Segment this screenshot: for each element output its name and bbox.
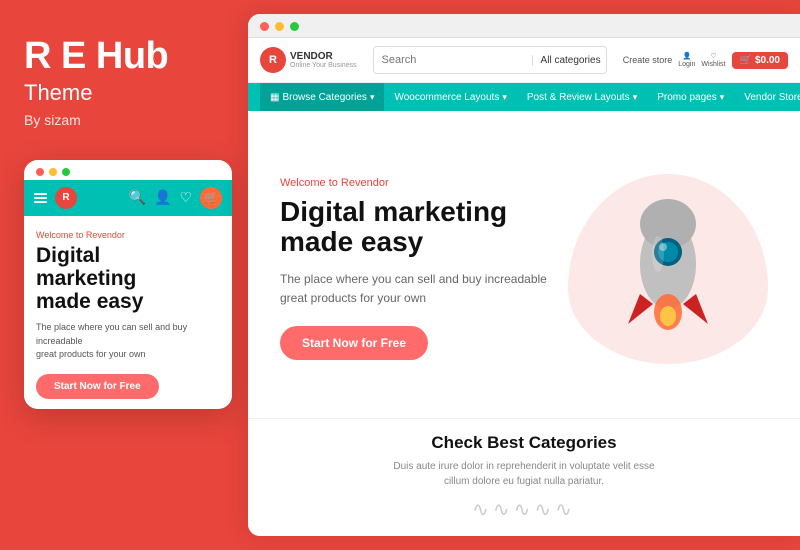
desktop-categories: Check Best Categories Duis aute irure do… — [248, 418, 800, 536]
desktop-categories-dropdown[interactable]: All categories — [532, 55, 607, 66]
desktop-header: R VENDOR Online Your Business All catego… — [248, 38, 800, 83]
desktop-nav-vendor[interactable]: Vendor Store List — [734, 83, 800, 111]
mobile-mockup: R 🔍 👤 ♡ 🛒 Welcome to Revendor Digitalmar… — [24, 160, 232, 409]
mobile-nav-icons: 🔍 👤 ♡ 🛒 — [129, 187, 222, 209]
mobile-cta-button[interactable]: Start Now for Free — [36, 374, 159, 399]
heart-icon: ♡ — [710, 52, 716, 60]
theme-subtitle: Theme — [24, 80, 92, 106]
dot-green — [62, 168, 70, 176]
desktop-nav-browse[interactable]: ▦ Browse Categories ▾ — [260, 83, 384, 111]
rocket-illustration — [588, 189, 748, 349]
desktop-nav-promo[interactable]: Promo pages ▾ — [647, 83, 734, 111]
mobile-search-icon[interactable]: 🔍 — [129, 189, 146, 206]
browser-dot-yellow — [275, 22, 284, 31]
cart-icon: 🛒 — [740, 55, 752, 66]
theme-author: By sizam — [24, 112, 81, 128]
desktop-header-actions: Create store 👤 Login ♡ Wishlist 🛒 $0.00 — [623, 52, 788, 69]
hamburger-icon[interactable] — [34, 193, 47, 203]
categories-title: Check Best Categories — [280, 433, 768, 453]
mobile-welcome: Welcome to Revendor — [36, 230, 220, 240]
mobile-user-icon[interactable]: 👤 — [154, 189, 171, 206]
mobile-nav: R 🔍 👤 ♡ 🛒 — [24, 180, 232, 216]
user-icon: 👤 — [682, 52, 691, 60]
chevron-down-icon: ▾ — [633, 92, 638, 103]
browser-dot-green — [290, 22, 299, 31]
browser-dot-red — [260, 22, 269, 31]
mobile-wishlist-icon[interactable]: ♡ — [179, 189, 192, 206]
desktop-nav: ▦ Browse Categories ▾ Woocommerce Layout… — [248, 83, 800, 111]
desktop-hero-welcome: Welcome to Revendor — [280, 177, 548, 189]
desktop-logo-text: VENDOR Online Your Business — [290, 51, 357, 69]
mobile-logo-badge: R — [55, 187, 77, 209]
dot-red — [36, 168, 44, 176]
dot-yellow — [49, 168, 57, 176]
chevron-down-icon: ▾ — [502, 92, 507, 103]
grid-icon: ▦ — [270, 92, 279, 103]
desktop-hero-description: The place where you can sell and buy inc… — [280, 270, 548, 308]
chevron-down-icon: ▾ — [370, 92, 375, 103]
desktop-hero: Welcome to Revendor Digital marketingmad… — [248, 111, 800, 418]
right-panel: R VENDOR Online Your Business All catego… — [248, 14, 800, 536]
categories-decoration: ∿∿∿∿∿ — [280, 497, 768, 522]
mobile-content: Welcome to Revendor Digitalmarketingmade… — [24, 216, 232, 409]
chevron-down-icon: ▾ — [720, 92, 725, 103]
desktop-search-input[interactable] — [374, 54, 532, 66]
desktop-nav-woocommerce[interactable]: Woocommerce Layouts ▾ — [384, 83, 516, 111]
mobile-description: The place where you can sell and buy inc… — [36, 321, 220, 362]
theme-title: R E Hub — [24, 36, 168, 78]
desktop-hero-left: Welcome to Revendor Digital marketingmad… — [280, 177, 548, 361]
desktop-nav-post-review[interactable]: Post & Review Layouts ▾ — [517, 83, 647, 111]
mobile-headline: Digitalmarketingmade easy — [36, 244, 220, 313]
left-panel: R E Hub Theme By sizam R 🔍 👤 ♡ 🛒 — [0, 0, 248, 550]
desktop-logo: R VENDOR Online Your Business — [260, 47, 357, 73]
categories-description: Duis aute irure dolor in reprehenderit i… — [280, 459, 768, 489]
desktop-hero-headline: Digital marketingmade easy — [280, 197, 548, 259]
desktop-create-store[interactable]: Create store — [623, 55, 673, 65]
desktop-logo-badge: R — [260, 47, 286, 73]
mobile-cart-icon[interactable]: 🛒 — [200, 187, 222, 209]
desktop-cart-button[interactable]: 🛒 $0.00 — [732, 52, 788, 69]
mobile-top-bar — [24, 160, 232, 180]
desktop-hero-image — [568, 174, 768, 364]
desktop-cta-button[interactable]: Start Now for Free — [280, 326, 428, 360]
desktop-wishlist-button[interactable]: ♡ Wishlist — [701, 52, 725, 68]
desktop-search-bar[interactable]: All categories 🔍 — [373, 46, 607, 74]
browser-chrome — [248, 14, 800, 38]
desktop-login-button[interactable]: 👤 Login — [678, 52, 695, 68]
